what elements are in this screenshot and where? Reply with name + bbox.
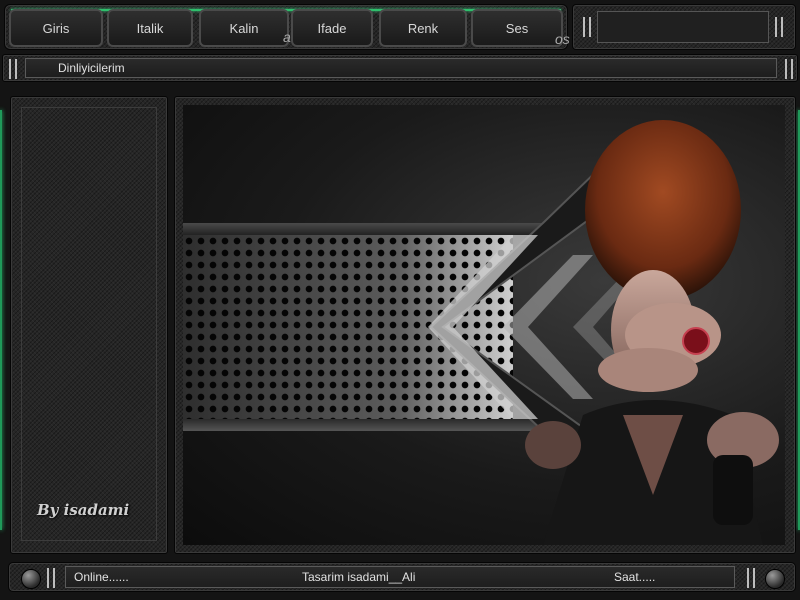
status-display: Online...... Tasarim isadami__Ali Saat..… (65, 566, 735, 588)
grip-handle-left[interactable] (583, 17, 591, 37)
banner-image (183, 105, 785, 545)
menu-button-label: Italik (136, 20, 164, 36)
sidebar-content-area (21, 107, 157, 541)
grip-handle-left[interactable] (47, 568, 55, 588)
menu-button-italik[interactable]: Italik (107, 9, 193, 47)
menu-button-label: Renk (407, 20, 439, 36)
left-sidebar: By isadami (10, 96, 168, 554)
status-bar: Online...... Tasarim isadami__Ali Saat..… (8, 562, 796, 592)
menu-button-label: Kalin (229, 20, 259, 36)
menu-button-kalin[interactable]: Kalin (199, 9, 289, 47)
online-count: Online...... (74, 570, 129, 584)
grip-handle-right[interactable] (785, 59, 793, 79)
decor-letter-a: a (283, 29, 291, 45)
menu-button-giris[interactable]: Giris (9, 9, 103, 47)
menu-button-renk[interactable]: Renk (379, 9, 467, 47)
menu-button-label: Ifade (317, 20, 347, 36)
grip-handle-right[interactable] (747, 568, 755, 588)
designer-signature: By isadami (37, 501, 130, 519)
left-glow-edge (0, 110, 2, 530)
top-right-display (597, 11, 769, 43)
knob-button-right[interactable] (765, 569, 785, 589)
design-credit: Tasarim isadami__Ali (302, 570, 416, 584)
main-stage (174, 96, 796, 554)
clock-label: Saat..... (614, 570, 656, 584)
woman-portrait-graphic (525, 120, 779, 545)
grip-handle-right[interactable] (775, 17, 783, 37)
menu-button-label: Giris (42, 20, 70, 36)
decor-letters-os: os (555, 31, 570, 47)
listeners-bar: Dinliyicilerim (2, 54, 798, 82)
menu-button-ses[interactable]: Ses (471, 9, 563, 47)
menu-button-ifade[interactable]: Ifade (291, 9, 373, 47)
top-menu-bar: Giris Italik Kalin Ifade Renk Ses a os (4, 4, 570, 50)
menu-button-label: Ses (505, 20, 529, 36)
listeners-label: Dinliyicilerim (58, 61, 125, 75)
listeners-label-field[interactable]: Dinliyicilerim (25, 58, 777, 78)
top-right-panel (572, 4, 796, 50)
knob-button-left[interactable] (21, 569, 41, 589)
grip-handle-left[interactable] (9, 59, 17, 79)
